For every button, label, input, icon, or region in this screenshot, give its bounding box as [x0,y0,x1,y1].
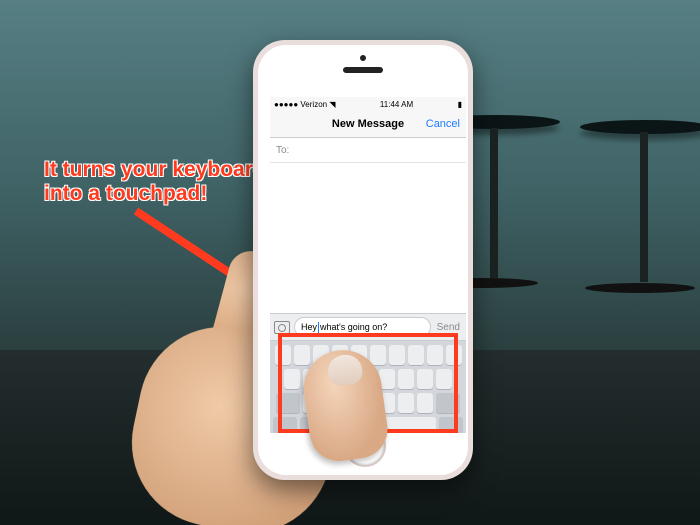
bar-stool-stem [640,132,648,282]
backspace-key[interactable] [436,393,460,413]
photo-scene: It turns your keyboard into a touchpad! … [0,0,700,525]
status-bar: ●●●●● Verizon ◥ 11:44 AM ▮ [270,97,466,111]
to-label: To: [276,145,289,156]
send-button[interactable]: Send [435,322,462,333]
phone-speaker-icon [343,67,383,73]
blank-key[interactable] [294,345,310,365]
return-key[interactable] [439,417,463,433]
blank-key[interactable] [370,345,386,365]
nav-title: New Message [332,118,404,130]
carrier-label: Verizon [300,100,327,109]
blank-key[interactable] [427,345,443,365]
front-camera-icon [360,55,366,61]
bar-stool-base [585,283,695,293]
blank-key[interactable] [398,393,414,413]
signal-icon: ●●●●● [274,100,298,109]
caption-line: into a touchpad! [44,182,266,206]
message-body-area[interactable] [270,163,466,313]
blank-key[interactable] [417,393,433,413]
cancel-button[interactable]: Cancel [426,118,460,130]
status-left: ●●●●● Verizon ◥ [274,100,335,109]
message-text-before: Hey [301,322,317,332]
blank-key[interactable] [408,345,424,365]
wifi-icon: ◥ [329,100,335,109]
blank-key[interactable] [417,369,433,389]
battery-icon: ▮ [458,100,462,109]
blank-key[interactable] [398,369,414,389]
bar-stool-stem [490,128,498,278]
message-input[interactable]: Hey what's going on? [294,317,431,337]
text-cursor [318,322,319,333]
numbers-key[interactable] [273,417,297,433]
camera-icon[interactable] [274,321,290,334]
to-field[interactable]: To: [270,138,466,163]
message-text-after: what's going on? [320,322,387,332]
blank-key[interactable] [446,345,462,365]
blank-key[interactable] [436,369,452,389]
caption-line: It turns your keyboard [44,158,266,182]
status-time: 11:44 AM [380,100,413,109]
compose-bar: Hey what's going on? Send [270,313,466,341]
blank-key[interactable] [275,345,291,365]
shift-key[interactable] [276,393,300,413]
blank-key[interactable] [284,369,300,389]
annotation-caption: It turns your keyboard into a touchpad! [44,158,266,206]
nav-bar: New Message Cancel [270,111,466,138]
blank-key[interactable] [389,345,405,365]
